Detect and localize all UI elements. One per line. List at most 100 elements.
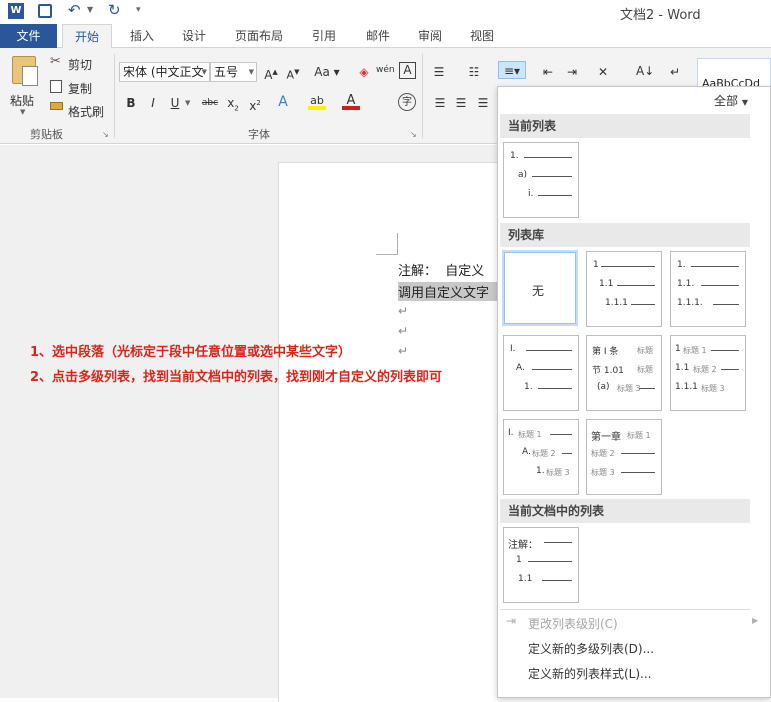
document-list-thumbnail[interactable]: 注解： 1 1.1 bbox=[503, 527, 579, 603]
clipboard-launcher-icon[interactable]: ↘ bbox=[102, 130, 109, 139]
tab-insert[interactable]: 插入 bbox=[120, 24, 164, 48]
group-separator bbox=[114, 54, 115, 138]
font-name-combo[interactable]: 宋体 (中文正文 ▼ bbox=[119, 62, 210, 82]
font-color-icon[interactable]: A bbox=[342, 92, 360, 110]
thumb-heading-label: 标题 2 bbox=[532, 449, 556, 458]
redo-icon[interactable]: ↻ bbox=[108, 1, 121, 19]
thumb-level-label: 1.1 bbox=[599, 279, 614, 289]
word-app-icon[interactable]: W bbox=[8, 3, 24, 19]
tab-review[interactable]: 审阅 bbox=[408, 24, 452, 48]
align-left-icon[interactable]: ☰ bbox=[431, 94, 449, 112]
tab-home[interactable]: 开始 bbox=[62, 24, 112, 49]
thumb-level-label: i. bbox=[528, 189, 534, 199]
underline-icon[interactable]: U bbox=[166, 94, 184, 112]
font-size-dropdown-icon[interactable]: ▼ bbox=[249, 63, 254, 81]
annotation-step-2: 2、点击多级列表，找到当前文档中的列表，找到刚才自定义的列表即可 bbox=[30, 370, 443, 385]
align-right-icon[interactable]: ☰ bbox=[474, 94, 492, 112]
paste-button[interactable]: 粘贴 ▼ bbox=[8, 54, 42, 116]
menu-define-new-list-style[interactable]: 定义新的列表样式(L)... bbox=[528, 665, 652, 682]
enclose-character-icon[interactable]: 字 bbox=[398, 93, 416, 111]
change-case-icon[interactable]: Aa ▾ bbox=[313, 63, 341, 81]
bullets-icon[interactable]: ☰ bbox=[430, 63, 448, 81]
underline-dropdown-icon[interactable]: ▼ bbox=[185, 99, 190, 107]
shrink-font-icon[interactable]: A▼ bbox=[284, 63, 302, 82]
document-line-1[interactable]: 注解： 自定义 bbox=[398, 260, 484, 279]
thumb-level-label: 第 I 条 bbox=[592, 347, 619, 357]
character-border-icon[interactable]: A bbox=[399, 62, 416, 79]
ribbon-tabs: 文件 开始 插入 设计 页面布局 引用 邮件 审阅 视图 bbox=[0, 24, 771, 49]
tab-view[interactable]: 视图 bbox=[460, 24, 504, 48]
clear-formatting-icon[interactable]: ◈ bbox=[355, 63, 373, 81]
font-name-dropdown-icon[interactable]: ▼ bbox=[202, 63, 207, 81]
thumb-level-label: 第一章 bbox=[591, 432, 621, 443]
tab-mailings[interactable]: 邮件 bbox=[356, 24, 400, 48]
highlight-icon[interactable]: ab bbox=[308, 92, 326, 110]
strikethrough-icon[interactable]: abc bbox=[200, 94, 220, 112]
customize-toolbar-icon[interactable]: ▾ bbox=[136, 5, 141, 15]
copy-label[interactable]: 复制 bbox=[68, 80, 92, 97]
change-level-icon: ⇥ bbox=[506, 614, 517, 628]
thumb-level-label: 1.1.1. bbox=[677, 298, 703, 308]
submenu-chevron-icon: ▶ bbox=[752, 616, 759, 625]
section-list-library: 列表库 bbox=[500, 223, 750, 247]
numbering-icon[interactable]: ☷ bbox=[465, 63, 483, 81]
increase-indent-icon[interactable]: ⇥ bbox=[563, 63, 581, 81]
superscript-icon[interactable]: x2 bbox=[246, 94, 264, 113]
margin-corner-marker bbox=[376, 233, 398, 255]
grow-font-icon[interactable]: A▲ bbox=[262, 63, 280, 82]
window-title: 文档2 - Word bbox=[620, 8, 701, 23]
tab-file[interactable]: 文件 bbox=[0, 24, 57, 48]
font-launcher-icon[interactable]: ↘ bbox=[410, 130, 417, 139]
undo-dropdown-icon[interactable]: ▼ bbox=[87, 5, 93, 14]
text-effects-icon[interactable]: A bbox=[274, 93, 292, 111]
thumb-line bbox=[542, 580, 572, 581]
library-thumbnail-heading-roman[interactable]: I. 标题 1 A. 标题 2 1. 标题 3 bbox=[503, 419, 579, 495]
chinese-layout-icon[interactable]: ✕ bbox=[594, 63, 612, 81]
show-marks-icon[interactable]: ↵ bbox=[666, 63, 684, 81]
gallery-filter[interactable]: 全部 ▼ bbox=[714, 92, 748, 109]
tab-references[interactable]: 引用 bbox=[302, 24, 346, 48]
font-group-label: 字体 bbox=[248, 128, 270, 141]
thumb-line bbox=[713, 304, 739, 305]
phonetic-guide-icon[interactable]: wén bbox=[376, 61, 395, 79]
gallery-filter-dropdown-icon: ▼ bbox=[741, 98, 748, 107]
multilevel-list-icon[interactable]: ≡▾ bbox=[498, 61, 526, 79]
library-thumbnail-roman[interactable]: I. A. 1. bbox=[503, 335, 579, 411]
library-thumbnail-chapter[interactable]: 第一章 标题 1 标题 2 标题 3 bbox=[586, 419, 662, 495]
menu-define-new-multilevel-list[interactable]: 定义新的多级列表(D)... bbox=[528, 640, 654, 657]
cut-icon[interactable]: ✂ bbox=[50, 54, 61, 69]
thumb-level-label: 1.1.1 bbox=[675, 382, 698, 392]
tab-design[interactable]: 设计 bbox=[172, 24, 216, 48]
undo-icon[interactable]: ↶ bbox=[68, 1, 81, 19]
title-bar: W ↶ ▼ ↻ ▾ 文档2 - Word bbox=[0, 0, 771, 24]
format-painter-label[interactable]: 格式刷 bbox=[68, 103, 104, 120]
copy-icon[interactable] bbox=[50, 80, 62, 93]
thumb-heading-label: 标题 bbox=[637, 346, 653, 355]
tab-layout[interactable]: 页面布局 bbox=[226, 24, 292, 48]
subscript-icon[interactable]: x2 bbox=[224, 94, 242, 112]
align-center-icon[interactable]: ☰ bbox=[452, 94, 470, 112]
menu-separator bbox=[500, 609, 750, 610]
sort-icon[interactable]: A↓ bbox=[636, 62, 654, 80]
section-lists-in-document: 当前文档中的列表 bbox=[500, 499, 750, 523]
save-icon[interactable] bbox=[38, 4, 52, 18]
library-thumbnail-heading-numbered[interactable]: 1 标题 1 1.1 标题 2 1.1.1 标题 3 bbox=[670, 335, 746, 411]
thumb-level-label: a) bbox=[518, 170, 528, 180]
library-thumbnail-article-section[interactable]: 第 I 条 标题 节 1.01 标题 (a) 标题 3 bbox=[586, 335, 662, 411]
italic-icon[interactable]: I bbox=[144, 94, 162, 112]
thumb-line bbox=[532, 369, 572, 370]
document-line-2[interactable]: 调用自定义文字 bbox=[398, 282, 498, 301]
cut-label[interactable]: 剪切 bbox=[68, 56, 92, 73]
bold-icon[interactable]: B bbox=[122, 94, 140, 112]
decrease-indent-icon[interactable]: ⇤ bbox=[539, 63, 557, 81]
current-list-thumbnail[interactable]: 1. a) i. bbox=[503, 142, 579, 218]
format-painter-icon[interactable] bbox=[50, 102, 63, 110]
library-thumbnail-dotted[interactable]: 1. 1.1. 1.1.1. bbox=[670, 251, 746, 327]
library-thumbnail-none[interactable]: 无 bbox=[502, 250, 578, 326]
library-thumbnail-numbered[interactable]: 1 1.1 1.1.1 bbox=[586, 251, 662, 327]
thumb-level-label: I. bbox=[508, 428, 514, 438]
font-size-combo[interactable]: 五号 ▼ bbox=[210, 62, 257, 82]
thumb-level-label: 1.1.1 bbox=[605, 298, 628, 308]
thumb-level-label: 1. bbox=[524, 382, 533, 392]
thumb-heading-label: 标题 3 bbox=[701, 384, 725, 393]
